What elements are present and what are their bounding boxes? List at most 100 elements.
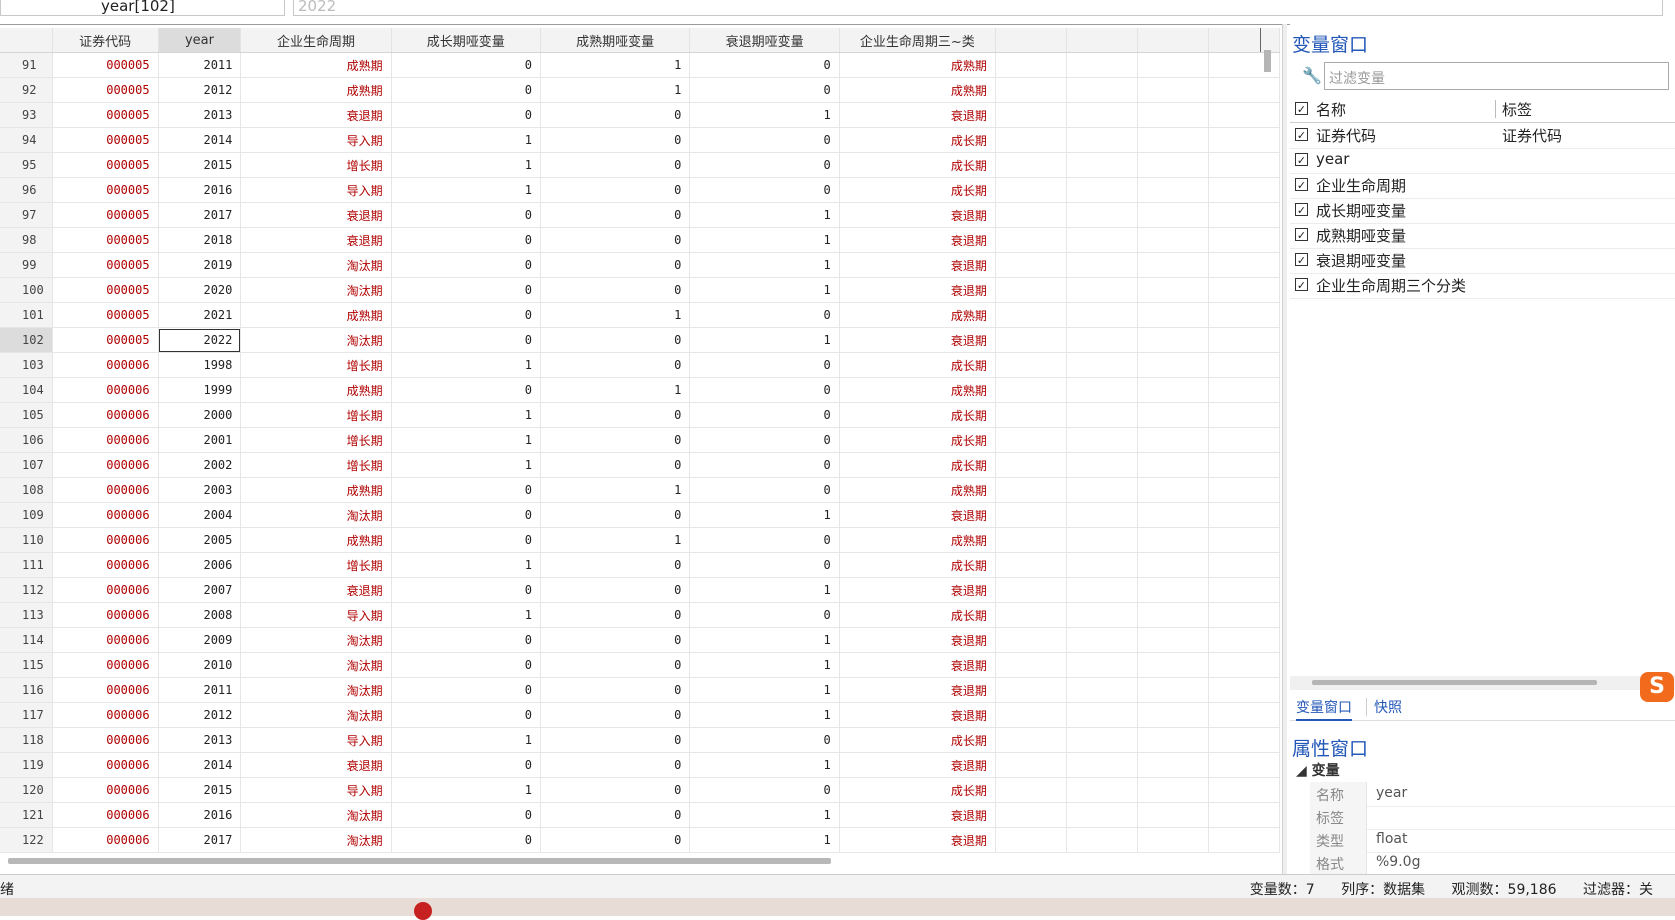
variable-row[interactable]: ✓ 成长期哑变量 bbox=[1290, 197, 1675, 224]
data-cell[interactable]: 衰退期 bbox=[839, 802, 996, 828]
data-cell[interactable]: 衰退期 bbox=[839, 327, 996, 353]
table-row[interactable]: 111 000006 2006 增长期 1 0 0 成长期 bbox=[0, 552, 1280, 578]
table-row[interactable]: 120 000006 2015 导入期 1 0 0 成长期 bbox=[0, 777, 1280, 803]
data-cell[interactable]: 0 bbox=[391, 227, 541, 253]
data-cell[interactable]: 1 bbox=[689, 502, 840, 528]
data-cell[interactable]: 000005 bbox=[52, 177, 159, 203]
data-cell[interactable]: 0 bbox=[391, 752, 541, 778]
data-cell[interactable]: 0 bbox=[391, 277, 541, 303]
data-cell[interactable]: 2017 bbox=[158, 827, 242, 853]
data-cell[interactable]: 衰退期 bbox=[240, 577, 392, 603]
data-cell[interactable]: 0 bbox=[540, 752, 691, 778]
data-cell[interactable]: 1998 bbox=[158, 352, 242, 378]
table-row[interactable]: 103 000006 1998 增长期 1 0 0 成长期 bbox=[0, 352, 1280, 378]
data-cell[interactable]: 导入期 bbox=[240, 727, 392, 753]
data-cell[interactable]: 000005 bbox=[52, 277, 159, 303]
data-cell[interactable]: 000006 bbox=[52, 552, 159, 578]
row-number[interactable]: 93 bbox=[0, 102, 53, 128]
data-cell[interactable]: 成熟期 bbox=[240, 77, 392, 103]
data-cell[interactable]: 衰退期 bbox=[839, 702, 996, 728]
data-cell[interactable]: 0 bbox=[391, 502, 541, 528]
data-cell[interactable]: 000005 bbox=[52, 52, 159, 78]
data-cell[interactable]: 0 bbox=[689, 777, 840, 803]
data-cell[interactable]: 2017 bbox=[158, 202, 242, 228]
data-cell[interactable]: 0 bbox=[540, 402, 691, 428]
data-cell[interactable]: 0 bbox=[540, 702, 691, 728]
data-cell[interactable]: 1 bbox=[689, 577, 840, 603]
data-cell[interactable]: 1 bbox=[540, 527, 691, 553]
data-editor-grid[interactable]: 证券代码 year 企业生命周期 成长期哑变量 成熟期哑变量 衰退期哑变量 企业… bbox=[0, 28, 1280, 853]
data-cell[interactable]: 1 bbox=[391, 602, 541, 628]
data-cell[interactable]: 2012 bbox=[158, 702, 242, 728]
data-cell[interactable]: 0 bbox=[689, 477, 840, 503]
data-cell[interactable]: 0 bbox=[689, 127, 840, 153]
data-cell[interactable]: 000006 bbox=[52, 352, 159, 378]
data-cell[interactable]: 0 bbox=[391, 677, 541, 703]
row-number[interactable]: 108 bbox=[0, 477, 53, 503]
data-cell[interactable]: 导入期 bbox=[240, 127, 392, 153]
data-cell[interactable]: 1 bbox=[391, 127, 541, 153]
data-cell[interactable]: 0 bbox=[689, 152, 840, 178]
data-cell[interactable]: 000005 bbox=[52, 227, 159, 253]
table-row[interactable]: 121 000006 2016 淘汰期 0 0 1 衰退期 bbox=[0, 802, 1280, 828]
row-number[interactable]: 97 bbox=[0, 202, 53, 228]
data-cell[interactable]: 0 bbox=[689, 352, 840, 378]
column-header[interactable]: 企业生命周期三~类 bbox=[839, 28, 996, 53]
data-cell[interactable]: 1 bbox=[689, 202, 840, 228]
data-cell[interactable]: 衰退期 bbox=[839, 202, 996, 228]
column-header[interactable]: 衰退期哑变量 bbox=[689, 28, 840, 53]
data-cell[interactable]: 衰退期 bbox=[839, 102, 996, 128]
data-cell[interactable]: 2005 bbox=[158, 527, 242, 553]
data-cell[interactable]: 000005 bbox=[52, 252, 159, 278]
data-cell[interactable]: 衰退期 bbox=[839, 652, 996, 678]
data-cell[interactable]: 成长期 bbox=[839, 177, 996, 203]
data-cell[interactable]: 衰退期 bbox=[240, 102, 392, 128]
data-cell[interactable]: 000005 bbox=[52, 152, 159, 178]
data-cell[interactable]: 000006 bbox=[52, 652, 159, 678]
data-cell[interactable]: 1 bbox=[391, 177, 541, 203]
data-cell[interactable]: 1 bbox=[391, 352, 541, 378]
vertical-scrollbar[interactable] bbox=[1262, 50, 1274, 74]
data-cell[interactable]: 000006 bbox=[52, 502, 159, 528]
data-cell[interactable]: 淘汰期 bbox=[240, 827, 392, 853]
row-number[interactable]: 113 bbox=[0, 602, 53, 628]
row-number[interactable]: 117 bbox=[0, 702, 53, 728]
row-number[interactable]: 107 bbox=[0, 452, 53, 478]
name-column-header[interactable]: 名称 bbox=[1316, 99, 1346, 120]
data-cell[interactable]: 000006 bbox=[52, 627, 159, 653]
row-number[interactable]: 116 bbox=[0, 677, 53, 703]
data-cell[interactable]: 成熟期 bbox=[839, 527, 996, 553]
data-cell[interactable]: 1 bbox=[689, 277, 840, 303]
data-cell[interactable]: 000006 bbox=[52, 602, 159, 628]
row-number[interactable]: 103 bbox=[0, 352, 53, 378]
data-cell[interactable]: 2016 bbox=[158, 802, 242, 828]
data-cell[interactable]: 000006 bbox=[52, 702, 159, 728]
data-cell[interactable]: 衰退期 bbox=[839, 252, 996, 278]
data-cell[interactable]: 成长期 bbox=[839, 352, 996, 378]
data-cell[interactable]: 0 bbox=[391, 702, 541, 728]
data-cell[interactable]: 000006 bbox=[52, 477, 159, 503]
row-number[interactable]: 122 bbox=[0, 827, 53, 853]
data-cell[interactable]: 0 bbox=[540, 427, 691, 453]
scroll-thumb[interactable] bbox=[1264, 50, 1271, 72]
row-number[interactable]: 99 bbox=[0, 252, 53, 278]
data-cell[interactable]: 成熟期 bbox=[240, 477, 392, 503]
data-cell[interactable]: 1 bbox=[540, 477, 691, 503]
data-cell[interactable]: 2013 bbox=[158, 727, 242, 753]
data-cell[interactable]: 0 bbox=[689, 402, 840, 428]
data-cell[interactable]: 衰退期 bbox=[240, 202, 392, 228]
data-cell[interactable]: 1 bbox=[689, 677, 840, 703]
data-cell[interactable]: 导入期 bbox=[240, 177, 392, 203]
data-cell[interactable]: 0 bbox=[391, 202, 541, 228]
data-cell[interactable]: 衰退期 bbox=[839, 277, 996, 303]
table-row[interactable]: 108 000006 2003 成熟期 0 1 0 成熟期 bbox=[0, 477, 1280, 503]
row-number[interactable]: 102 bbox=[0, 327, 53, 353]
data-cell[interactable]: 0 bbox=[540, 252, 691, 278]
row-number[interactable]: 91 bbox=[0, 52, 53, 78]
data-cell[interactable]: 0 bbox=[540, 677, 691, 703]
data-cell[interactable]: 0 bbox=[391, 102, 541, 128]
data-cell[interactable]: 1 bbox=[689, 252, 840, 278]
variable-row[interactable]: ✓ 证券代码 证券代码 bbox=[1290, 122, 1675, 149]
data-cell[interactable]: 成熟期 bbox=[839, 302, 996, 328]
row-number[interactable]: 112 bbox=[0, 577, 53, 603]
